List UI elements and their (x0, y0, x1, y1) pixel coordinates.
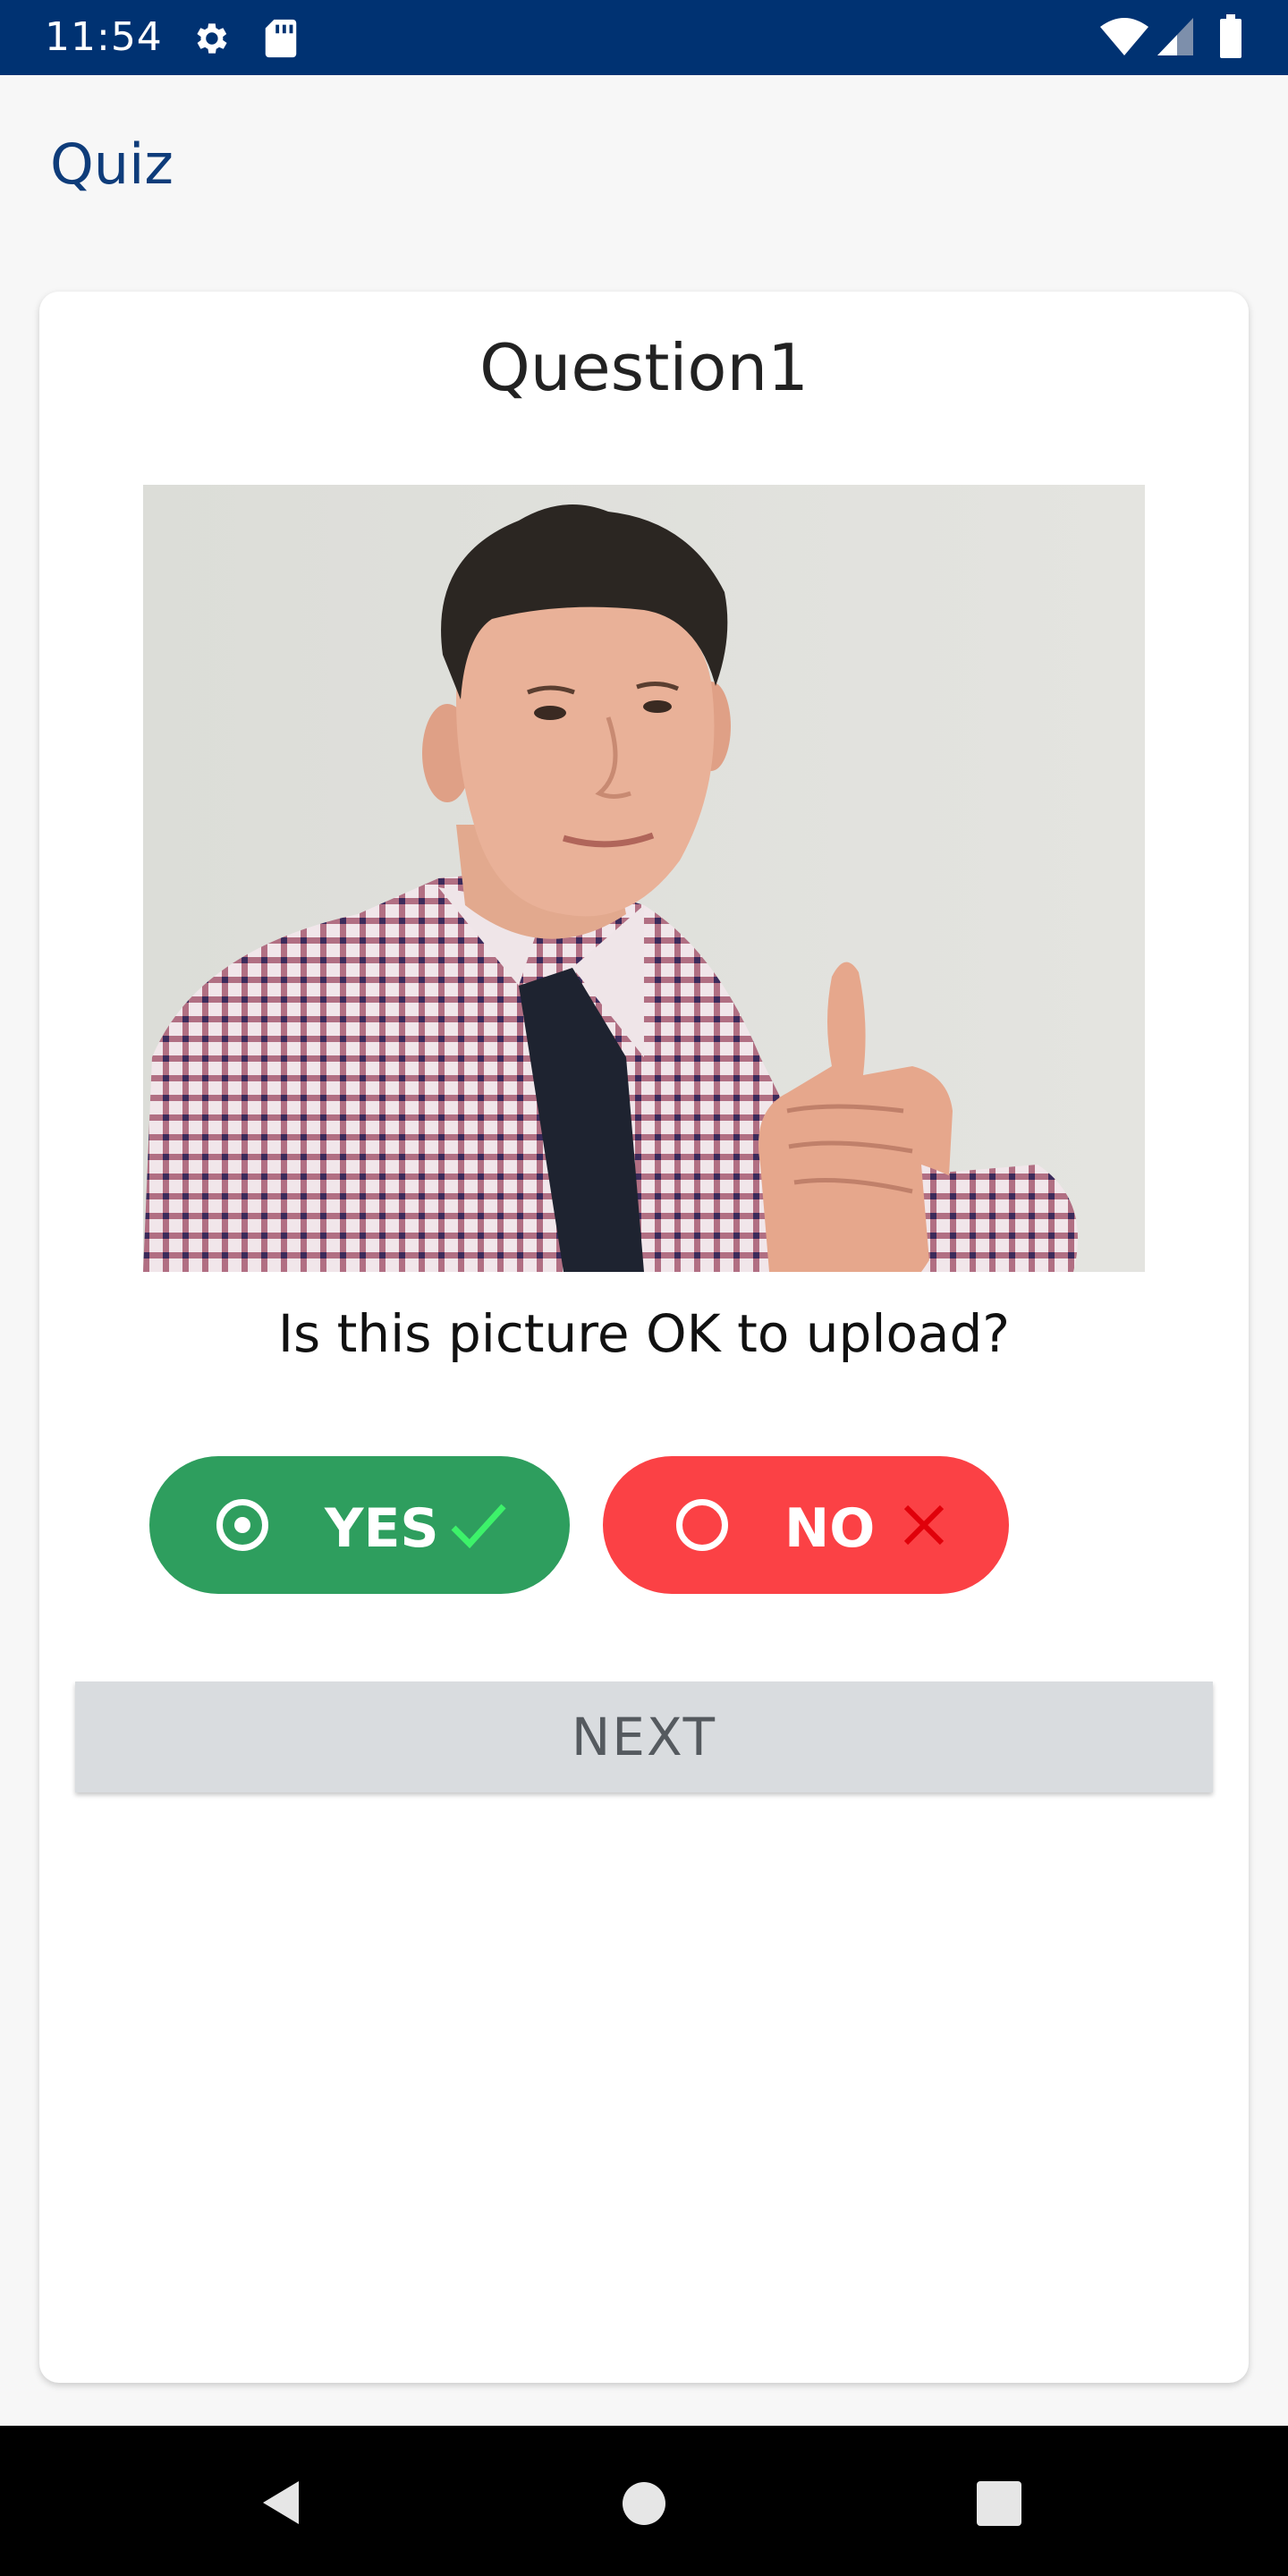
home-icon[interactable] (622, 2481, 666, 2526)
app-title: Quiz (50, 131, 174, 197)
recents-icon[interactable] (977, 2481, 1021, 2526)
status-time: 11:54 (45, 14, 163, 60)
navigation-bar (0, 2426, 1288, 2576)
close-icon (903, 1504, 945, 1546)
sd-card-icon (265, 19, 297, 58)
yes-label: YES (325, 1497, 439, 1560)
settings-icon (197, 23, 227, 54)
no-label: NO (784, 1497, 876, 1560)
cell-signal-icon (1157, 18, 1193, 55)
battery-icon (1220, 14, 1241, 58)
status-bar: 11:54 (0, 0, 1288, 75)
radio-unselected-icon (676, 1499, 728, 1551)
next-button[interactable]: NEXT (75, 1682, 1213, 1792)
question-text: Is this picture OK to upload? (277, 1303, 1011, 1364)
radio-selected-icon (216, 1499, 268, 1551)
yes-option-button[interactable]: YES (149, 1456, 570, 1594)
no-option-button[interactable]: NO (603, 1456, 1009, 1594)
check-icon (451, 1504, 506, 1549)
question-card: Question1 Is this picture OK to upload? … (39, 292, 1249, 2383)
question-photo (143, 485, 1145, 1272)
wifi-icon (1100, 18, 1148, 55)
question-title: Question1 (479, 330, 809, 405)
back-icon[interactable] (258, 2478, 304, 2528)
